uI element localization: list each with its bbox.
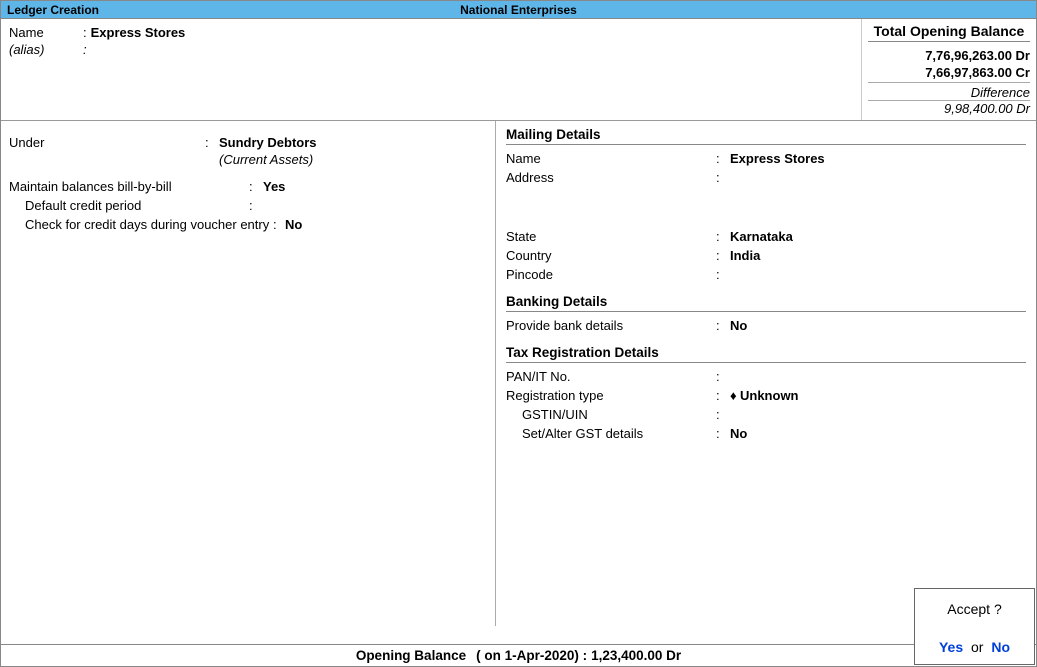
accept-question: Accept ?: [915, 601, 1034, 617]
provide-bank-value[interactable]: No: [730, 318, 747, 333]
tax-registration-header: Tax Registration Details: [506, 345, 1026, 363]
accept-or-text: or: [971, 639, 983, 655]
mailing-pincode-label: Pincode: [506, 267, 716, 282]
total-opening-balance-header: Total Opening Balance: [868, 23, 1030, 42]
details-panel: Mailing Details Name : Express Stores Ad…: [496, 121, 1036, 626]
mailing-name-value[interactable]: Express Stores: [730, 151, 825, 166]
mailing-state-label: State: [506, 229, 716, 244]
regtype-value[interactable]: Unknown: [740, 388, 799, 403]
name-input[interactable]: Express Stores: [91, 25, 186, 40]
check-credit-days-value[interactable]: No: [285, 217, 302, 232]
banking-details-header: Banking Details: [506, 294, 1026, 312]
total-dr: 7,76,96,263.00 Dr: [868, 48, 1030, 63]
company-name: National Enterprises: [1, 3, 1036, 17]
name-panel: Name : Express Stores (alias) :: [1, 19, 861, 120]
pan-label: PAN/IT No.: [506, 369, 716, 384]
mailing-country-label: Country: [506, 248, 716, 263]
check-credit-days-label: Check for credit days during voucher ent…: [25, 217, 273, 232]
gstin-label: GSTIN/UIN: [522, 407, 716, 422]
under-subgroup: (Current Assets): [205, 152, 487, 167]
opening-balance-amount[interactable]: 1,23,400.00 Dr: [591, 648, 681, 663]
under-label: Under: [9, 135, 205, 150]
difference-label: Difference: [868, 82, 1030, 100]
maintain-bill-value[interactable]: Yes: [263, 179, 285, 194]
title-bar: Ledger Creation National Enterprises: [1, 1, 1036, 19]
mailing-state-value[interactable]: Karnataka: [730, 229, 793, 244]
opening-balance-label: Opening Balance: [356, 648, 466, 663]
accept-yes-button[interactable]: Yes: [939, 639, 963, 655]
mailing-country-value[interactable]: India: [730, 248, 760, 263]
setalter-gst-value[interactable]: No: [730, 426, 747, 441]
accept-no-button[interactable]: No: [991, 639, 1010, 655]
ledger-settings-panel: Under : Sundry Debtors (Current Assets) …: [1, 121, 496, 626]
alias-label: (alias): [9, 42, 79, 57]
total-cr: 7,66,97,863.00 Cr: [868, 65, 1030, 80]
diamond-icon: ♦: [730, 388, 740, 403]
mailing-name-label: Name: [506, 151, 716, 166]
default-credit-period-label: Default credit period: [25, 198, 249, 213]
provide-bank-label: Provide bank details: [506, 318, 716, 333]
regtype-label: Registration type: [506, 388, 716, 403]
accept-dialog: Accept ? Yes or No: [914, 588, 1035, 665]
difference-value: 9,98,400.00 Dr: [868, 100, 1030, 116]
maintain-bill-label: Maintain balances bill-by-bill: [9, 179, 249, 194]
setalter-gst-label: Set/Alter GST details: [522, 426, 716, 441]
opening-balance-footer: Opening Balance ( on 1-Apr-2020) : 1,23,…: [1, 644, 1036, 666]
opening-balance-summary: Total Opening Balance 7,76,96,263.00 Dr …: [861, 19, 1036, 120]
under-value[interactable]: Sundry Debtors: [219, 135, 317, 150]
screen-title: Ledger Creation: [7, 3, 99, 17]
mailing-details-header: Mailing Details: [506, 127, 1026, 145]
opening-balance-date: ( on 1-Apr-2020) :: [476, 648, 587, 663]
mailing-address-label: Address: [506, 170, 716, 185]
name-label: Name: [9, 25, 79, 40]
